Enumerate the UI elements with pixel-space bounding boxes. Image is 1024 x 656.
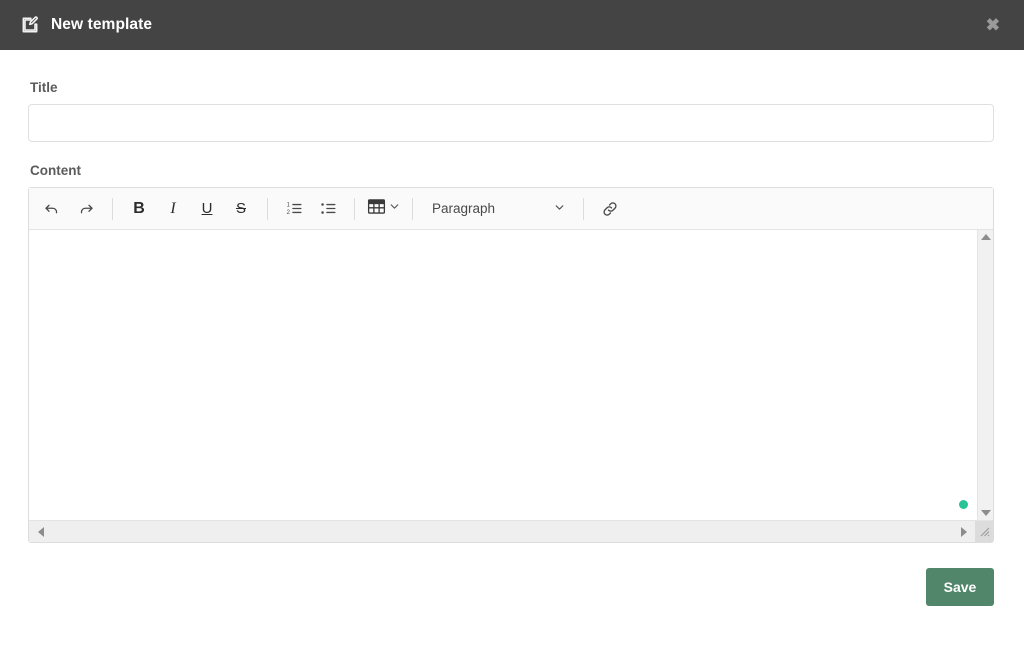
- italic-button[interactable]: I: [156, 194, 190, 224]
- edit-square-icon: [20, 15, 40, 35]
- svg-text:1: 1: [286, 203, 289, 209]
- title-input[interactable]: [28, 104, 994, 142]
- redo-icon[interactable]: [69, 194, 103, 224]
- chevron-down-icon: [388, 200, 401, 218]
- editor-toolbar: B I U S 1 2 Paragraph: [29, 188, 993, 230]
- modal-header-left: New template: [20, 15, 152, 35]
- content-input[interactable]: [29, 230, 959, 520]
- new-template-modal: New template ✖ Title Content B I U S 1 2…: [0, 0, 1024, 656]
- modal-header: New template ✖: [0, 0, 1024, 50]
- page-title: New template: [51, 16, 153, 33]
- toolbar-separator: [412, 197, 413, 220]
- modal-body: Title Content B I U S 1 2 Paragraph Save: [0, 50, 1024, 656]
- triangle-down-icon[interactable]: [980, 510, 991, 516]
- rich-text-editor: B I U S 1 2 Paragraph: [28, 187, 994, 543]
- title-field-group: Title: [28, 80, 994, 142]
- underline-button[interactable]: U: [190, 194, 224, 224]
- toolbar-separator: [583, 197, 584, 220]
- toolbar-separator: [354, 197, 355, 220]
- triangle-right-icon[interactable]: [961, 526, 967, 537]
- svg-text:2: 2: [286, 210, 289, 216]
- triangle-up-icon[interactable]: [980, 234, 991, 240]
- table-button[interactable]: [364, 196, 403, 222]
- content-label: Content: [30, 163, 81, 178]
- triangle-left-icon[interactable]: [38, 526, 44, 537]
- undo-icon[interactable]: [35, 194, 69, 224]
- chevron-down-icon: [553, 201, 566, 217]
- title-label: Title: [30, 80, 58, 95]
- close-icon[interactable]: ✖: [980, 13, 1006, 38]
- editor-horizontal-scrollbar[interactable]: [29, 520, 993, 542]
- toolbar-separator: [267, 197, 268, 220]
- status-dot-indicator: [959, 500, 968, 509]
- save-button[interactable]: Save: [926, 568, 994, 606]
- link-icon[interactable]: [593, 194, 627, 224]
- editor-area: [29, 230, 993, 520]
- format-select-value: Paragraph: [432, 201, 496, 216]
- ordered-list-icon[interactable]: 1 2: [277, 194, 311, 224]
- bold-button[interactable]: B: [122, 194, 156, 224]
- modal-footer: Save: [28, 568, 994, 606]
- toolbar-separator: [112, 197, 113, 220]
- editor-vertical-scrollbar[interactable]: [977, 230, 993, 520]
- resize-grip-icon[interactable]: [975, 521, 993, 542]
- table-icon: [366, 196, 387, 222]
- format-select[interactable]: Paragraph: [422, 194, 574, 224]
- bullet-list-icon[interactable]: [311, 194, 345, 224]
- content-field-group: Content B I U S 1 2 Paragraph: [28, 163, 994, 543]
- strikethrough-button[interactable]: S: [224, 194, 258, 224]
